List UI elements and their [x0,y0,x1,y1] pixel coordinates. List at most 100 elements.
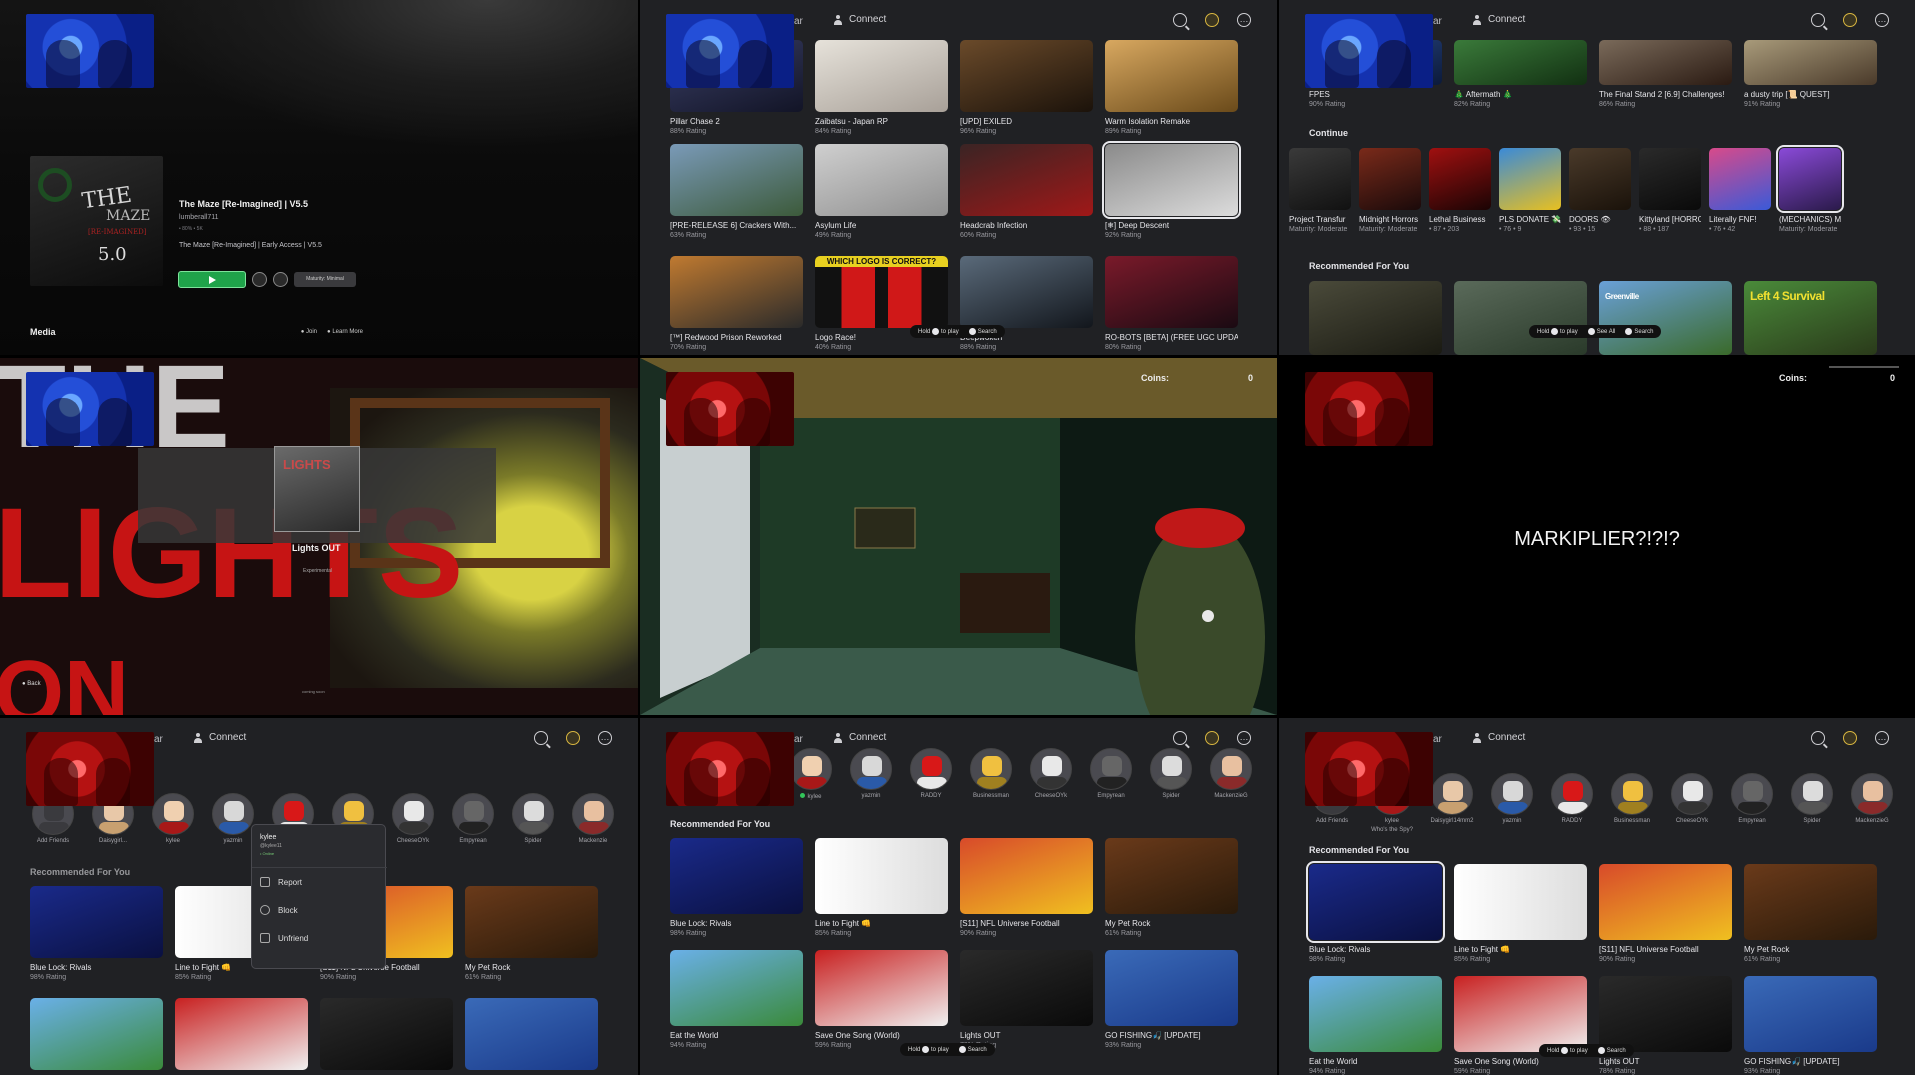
connect-tab[interactable]: Connect [1472,732,1525,743]
game-tile[interactable]: The Final Stand 2 [6.9] Challenges! 86% R… [1599,40,1732,108]
more-icon[interactable]: … [1875,13,1889,27]
game-tile[interactable] [1309,281,1442,355]
connect-tab[interactable]: Connect [1472,14,1525,25]
friend-avatar-item[interactable]: Businessman [1609,773,1655,824]
game-tile[interactable]: Project Transfur Maturity: Moderate [1289,148,1351,233]
friend-avatar-item[interactable]: CheeseOYk [1028,748,1074,799]
search-icon[interactable] [1811,13,1825,27]
game-tile[interactable]: Blue Lock: Rivals 98% Rating [30,886,163,981]
nav-fragment[interactable]: ar [794,734,803,745]
friend-avatar-item[interactable]: CheeseOYk [390,793,436,844]
game-tile[interactable]: Save One Song (World) 59% Rating [1454,976,1587,1075]
robux-icon[interactable] [1205,13,1219,27]
game-tile[interactable] [1454,281,1587,355]
search-icon[interactable] [1173,731,1187,745]
connect-tab[interactable]: Connect [833,14,886,25]
game-tile[interactable] [465,998,598,1070]
game-tile[interactable]: [PRE-RELEASE 6] Crackers With... 63% Rati… [670,144,803,239]
game-tile[interactable]: Lights OUT78% Rating [960,950,1093,1049]
connect-tab[interactable]: Connect [193,732,246,743]
nav-fragment[interactable]: ar [1433,16,1442,27]
preview-thumbnail[interactable]: LIGHTS [274,446,360,532]
robux-icon[interactable] [1843,731,1857,745]
game-tile[interactable]: [™] Redwood Prison Reworked 70% Rating [670,256,803,351]
friend-avatar-item[interactable]: RADDY [1549,773,1595,824]
friend-avatar-item[interactable]: Empyrean [1088,748,1134,799]
join-hint[interactable]: ● Join [301,329,317,335]
friend-avatar-item[interactable]: MackenzieG [1208,748,1254,799]
friend-avatar-item[interactable]: CheeseOYk [1669,773,1715,824]
game-tile[interactable]: My Pet Rock 61% Rating [1105,838,1238,937]
game-tile[interactable]: Midnight Horrors Maturity: Moderate [1359,148,1421,233]
game-tile[interactable]: RO-BOTS [BETA] (FREE UGC UPDA... 80% Rati… [1105,256,1238,351]
block-menu-item[interactable]: Block [252,899,387,921]
friend-avatar-item[interactable]: kylee [150,793,196,844]
game-tile[interactable]: [S11] NFL Universe Football 90% Rating [960,838,1093,937]
game-tile[interactable]: Line to Fight 👊 85% Rating [815,838,948,937]
robux-icon[interactable] [566,731,580,745]
notify-bell-button[interactable] [273,272,288,287]
connect-tab[interactable]: Connect [833,732,886,743]
friend-avatar-item[interactable]: Spider [510,793,556,844]
game-tile[interactable]: Left 4 Survival [1744,281,1877,355]
nav-fragment[interactable]: ar [154,734,163,745]
game-tile[interactable]: Zaibatsu - Japan RP 84% Rating [815,40,948,135]
friend-avatar-item[interactable]: Mackenzie [570,793,616,844]
game-tile[interactable]: Warm Isolation Remake 89% Rating [1105,40,1238,135]
game-tile[interactable]: 🎄 Aftermath 🎄 82% Rating [1454,40,1587,108]
back-hint[interactable]: ● Back [22,681,41,687]
game-tile[interactable]: (MECHANICS) Monday Morning... Maturity: M… [1776,145,1844,233]
search-icon[interactable] [534,731,548,745]
game-tile[interactable]: a dusty trip [📜 QUEST] 91% Rating [1744,40,1877,108]
friend-avatar-item[interactable]: yazmin [1489,773,1535,824]
search-icon[interactable] [1811,731,1825,745]
game-tile[interactable]: Headcrab Infection 60% Rating [960,144,1093,239]
game-tile[interactable]: My Pet Rock 61% Rating [465,886,598,981]
game-tile[interactable] [175,998,308,1070]
more-icon[interactable]: … [598,731,612,745]
more-icon[interactable]: … [1875,731,1889,745]
play-button[interactable] [178,271,246,288]
game-tile[interactable] [30,998,163,1070]
game-tile[interactable]: Eat the World 94% Rating [670,950,803,1049]
friend-avatar-item[interactable]: kylee [788,748,834,800]
game-tile[interactable]: DOORS 👁 • 93 • 15 [1569,148,1631,233]
more-options-button[interactable] [252,272,267,287]
unfriend-menu-item[interactable]: Unfriend [252,927,387,949]
game-tile[interactable]: GO FISHING🎣 [UPDATE] 93% Rating [1105,950,1238,1049]
game-tile[interactable]: My Pet Rock 61% Rating [1744,864,1877,963]
game-tile[interactable]: Blue Lock: Rivals 98% Rating [1306,861,1445,963]
friend-avatar-item[interactable]: Empyrean [1729,773,1775,824]
game-tile[interactable]: [❄] Deep Descent 92% Rating [1102,141,1241,239]
game-tile[interactable]: Save One Song (World) 59% Rating [815,950,948,1049]
search-icon[interactable] [1173,13,1187,27]
game-tile[interactable]: Asylum Life 49% Rating [815,144,948,239]
more-icon[interactable]: … [1237,731,1251,745]
friend-avatar-item[interactable]: yazmin [848,748,894,799]
friend-avatar-item[interactable]: Empyrean [450,793,496,844]
game-tile[interactable]: Kittyland [HORROR][Beta] • 88 • 187 [1639,148,1701,233]
nav-fragment[interactable]: ar [794,16,803,27]
robux-icon[interactable] [1205,731,1219,745]
game-developer[interactable]: lumberall711 [179,214,219,221]
friend-avatar-item[interactable]: yazmin [210,793,256,844]
learn-more-hint[interactable]: ● Learn More [327,329,363,335]
game-tile[interactable]: [S11] NFL Universe Football 90% Rating [1599,864,1732,963]
game-tile[interactable]: Lights OUT78% Rating [1599,976,1732,1075]
game-tile[interactable]: Literally FNF! • 76 • 42 [1709,148,1771,233]
game-tile[interactable]: Eat the World 94% Rating [1309,976,1442,1075]
game-tile[interactable]: [UPD] EXILED 96% Rating [960,40,1093,135]
report-menu-item[interactable]: Report [252,871,387,893]
game-tile[interactable]: Lethal Business • 87 • 203 [1429,148,1491,233]
friend-avatar-item[interactable]: RADDY [908,748,954,799]
friend-avatar-item[interactable]: Spider [1789,773,1835,824]
more-icon[interactable]: … [1237,13,1251,27]
friend-avatar-item[interactable]: Spider [1148,748,1194,799]
friend-avatar-item[interactable]: MackenzieG [1849,773,1895,824]
friend-avatar-item[interactable]: Daisygirl14mm2 [1429,773,1475,824]
game-tile[interactable]: Blue Lock: Rivals 98% Rating [670,838,803,937]
game-tile[interactable]: GO FISHING🎣 [UPDATE] 93% Rating [1744,976,1877,1075]
game-tile[interactable]: Line to Fight 👊 85% Rating [1454,864,1587,963]
game-tile[interactable]: Greenville [1599,281,1732,355]
game-thumbnail[interactable]: THE MAZE [RE-IMAGINED] 5.0 [30,156,163,286]
